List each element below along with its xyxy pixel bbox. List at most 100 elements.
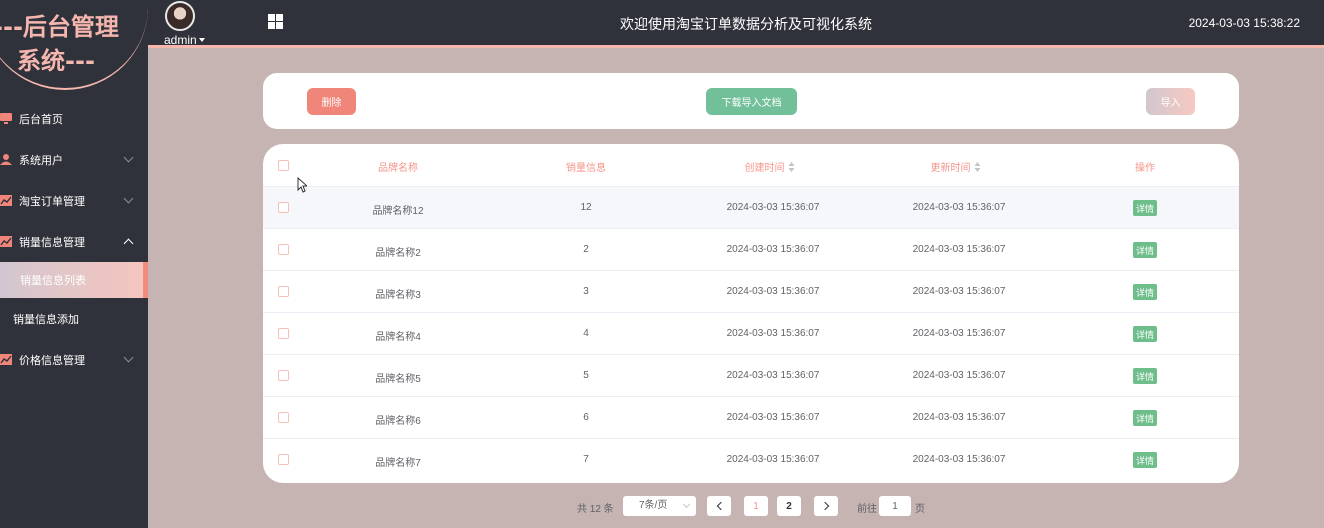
- cell-updated: 2024-03-03 15:36:07: [912, 202, 1006, 213]
- chevron-down-icon: [682, 500, 691, 509]
- select-all-checkbox[interactable]: [278, 160, 289, 171]
- sort-icon[interactable]: [974, 162, 982, 172]
- row-checkbox[interactable]: [278, 286, 289, 297]
- cell-sales: 12: [580, 202, 592, 213]
- sidebar-item-sales-list[interactable]: 销量信息列表: [0, 262, 148, 298]
- logo-line1: ---后台管理: [0, 13, 119, 41]
- top-header: admin 欢迎使用淘宝订单数据分析及可视化系统 2024-03-03 15:3…: [148, 0, 1324, 48]
- chevron-left-icon: [716, 501, 725, 511]
- cell-brand: 品牌名称12: [372, 206, 424, 217]
- table-row[interactable]: 品牌名称7 7 2024-03-03 15:36:07 2024-03-03 15:3…: [263, 439, 1239, 481]
- page-title: 欢迎使用淘宝订单数据分析及可视化系统: [620, 16, 872, 32]
- username: admin: [164, 33, 197, 47]
- page-2-button[interactable]: 2: [777, 496, 801, 516]
- row-checkbox[interactable]: [278, 244, 289, 255]
- cell-updated: 2024-03-03 15:36:07: [912, 454, 1006, 465]
- column-brand: 品牌名称: [378, 163, 418, 174]
- sidebar-item-home[interactable]: 后台首页: [0, 98, 148, 139]
- column-updated[interactable]: 更新时间: [931, 159, 982, 174]
- cell-created: 2024-03-03 15:36:07: [726, 328, 820, 339]
- table-row[interactable]: 品牌名称2 2 2024-03-03 15:36:07 2024-03-03 15:3…: [263, 229, 1239, 271]
- row-checkbox[interactable]: [278, 370, 289, 381]
- monitor-icon: [0, 113, 12, 124]
- detail-button[interactable]: 详情: [1133, 326, 1157, 342]
- cell-updated: 2024-03-03 15:36:07: [912, 370, 1006, 381]
- sidebar-item-label: 销量信息添加: [13, 313, 79, 326]
- page-size-select[interactable]: 7条/页: [623, 496, 696, 516]
- cell-created: 2024-03-03 15:36:07: [726, 454, 820, 465]
- cell-sales: 4: [583, 328, 589, 339]
- cell-brand: 品牌名称4: [375, 332, 421, 343]
- avatar[interactable]: [165, 1, 195, 31]
- cell-updated: 2024-03-03 15:36:07: [912, 244, 1006, 255]
- chevron-up-icon: [123, 238, 134, 249]
- data-table: 品牌名称 销量信息 创建时间 更新时间 操作 品牌名称12 12 2024-03-0…: [263, 144, 1239, 483]
- row-checkbox[interactable]: [278, 412, 289, 423]
- sort-icon[interactable]: [788, 162, 796, 172]
- row-checkbox[interactable]: [278, 454, 289, 465]
- sidebar-item-price[interactable]: 价格信息管理: [0, 339, 148, 380]
- row-checkbox[interactable]: [278, 328, 289, 339]
- detail-button[interactable]: 详情: [1133, 368, 1157, 384]
- sidebar-item-users[interactable]: 系统用户: [0, 139, 148, 180]
- logo-line2: 系统---: [17, 47, 95, 75]
- sidebar-item-label: 后台首页: [19, 113, 63, 126]
- sidebar-item-label: 系统用户: [19, 154, 63, 167]
- grid-menu-icon[interactable]: [268, 14, 283, 29]
- table-row[interactable]: 品牌名称4 4 2024-03-03 15:36:07 2024-03-03 15:3…: [263, 313, 1239, 355]
- goto-suffix: 页: [915, 504, 925, 515]
- cell-created: 2024-03-03 15:36:07: [726, 412, 820, 423]
- sidebar-item-label: 价格信息管理: [19, 354, 85, 367]
- sidebar-item-label: 销量信息管理: [19, 236, 85, 249]
- cell-created: 2024-03-03 15:36:07: [726, 202, 820, 213]
- cell-updated: 2024-03-03 15:36:07: [912, 328, 1006, 339]
- sidebar-item-label: 销量信息列表: [20, 275, 86, 287]
- next-page-button[interactable]: [814, 496, 838, 516]
- import-button[interactable]: 导入: [1146, 88, 1195, 115]
- table-row[interactable]: 品牌名称12 12 2024-03-03 15:36:07 2024-03-03 15…: [263, 187, 1239, 229]
- detail-button[interactable]: 详情: [1133, 410, 1157, 426]
- cell-brand: 品牌名称3: [375, 290, 421, 301]
- chevron-down-icon: [123, 193, 134, 204]
- cell-sales: 5: [583, 370, 589, 381]
- detail-button[interactable]: 详情: [1133, 242, 1157, 258]
- sidebar: ---后台管理 系统--- 后台首页 系统用户 淘宝订单管理 销量信息管理 销量…: [0, 0, 148, 528]
- action-bar: 删除 下载导入文档 导入: [263, 73, 1239, 129]
- page-size-value: 7条/页: [639, 500, 668, 511]
- chevron-right-icon: [820, 501, 829, 511]
- detail-button[interactable]: 详情: [1133, 284, 1157, 300]
- chart-icon: [0, 195, 12, 206]
- chevron-down-icon: [123, 152, 134, 163]
- sidebar-item-sales-add[interactable]: 销量信息添加: [0, 298, 148, 339]
- prev-page-button[interactable]: [707, 496, 731, 516]
- detail-button[interactable]: 详情: [1133, 452, 1157, 468]
- detail-button[interactable]: 详情: [1133, 200, 1157, 216]
- sidebar-item-label: 淘宝订单管理: [19, 195, 85, 208]
- chart-icon: [0, 354, 12, 365]
- cell-created: 2024-03-03 15:36:07: [726, 370, 820, 381]
- delete-button[interactable]: 删除: [307, 88, 356, 115]
- mouse-cursor-icon: [297, 177, 307, 193]
- download-template-button[interactable]: 下载导入文档: [706, 88, 797, 115]
- row-checkbox[interactable]: [278, 202, 289, 213]
- sidebar-item-sales[interactable]: 销量信息管理: [0, 221, 148, 262]
- datetime: 2024-03-03 15:38:22: [1188, 16, 1300, 30]
- user-icon: [0, 154, 12, 165]
- cell-brand: 品牌名称2: [375, 248, 421, 259]
- cell-sales: 6: [583, 412, 589, 423]
- table-row[interactable]: 品牌名称3 3 2024-03-03 15:36:07 2024-03-03 15:3…: [263, 271, 1239, 313]
- logo: ---后台管理 系统---: [0, 0, 148, 90]
- table-row[interactable]: 品牌名称5 5 2024-03-03 15:36:07 2024-03-03 15:3…: [263, 355, 1239, 397]
- chevron-down-icon: [123, 352, 134, 363]
- pagination-total: 共 12 条: [577, 504, 614, 515]
- table-row[interactable]: 品牌名称6 6 2024-03-03 15:36:07 2024-03-03 15:3…: [263, 397, 1239, 439]
- column-ops: 操作: [1135, 163, 1155, 174]
- column-created[interactable]: 创建时间: [745, 159, 796, 174]
- cell-updated: 2024-03-03 15:36:07: [912, 286, 1006, 297]
- goto-page-input[interactable]: 1: [879, 496, 911, 516]
- cell-created: 2024-03-03 15:36:07: [726, 286, 820, 297]
- user-menu[interactable]: admin: [164, 33, 205, 47]
- caret-down-icon: [198, 38, 205, 42]
- page-1-button[interactable]: 1: [744, 496, 768, 516]
- sidebar-item-orders[interactable]: 淘宝订单管理: [0, 180, 148, 221]
